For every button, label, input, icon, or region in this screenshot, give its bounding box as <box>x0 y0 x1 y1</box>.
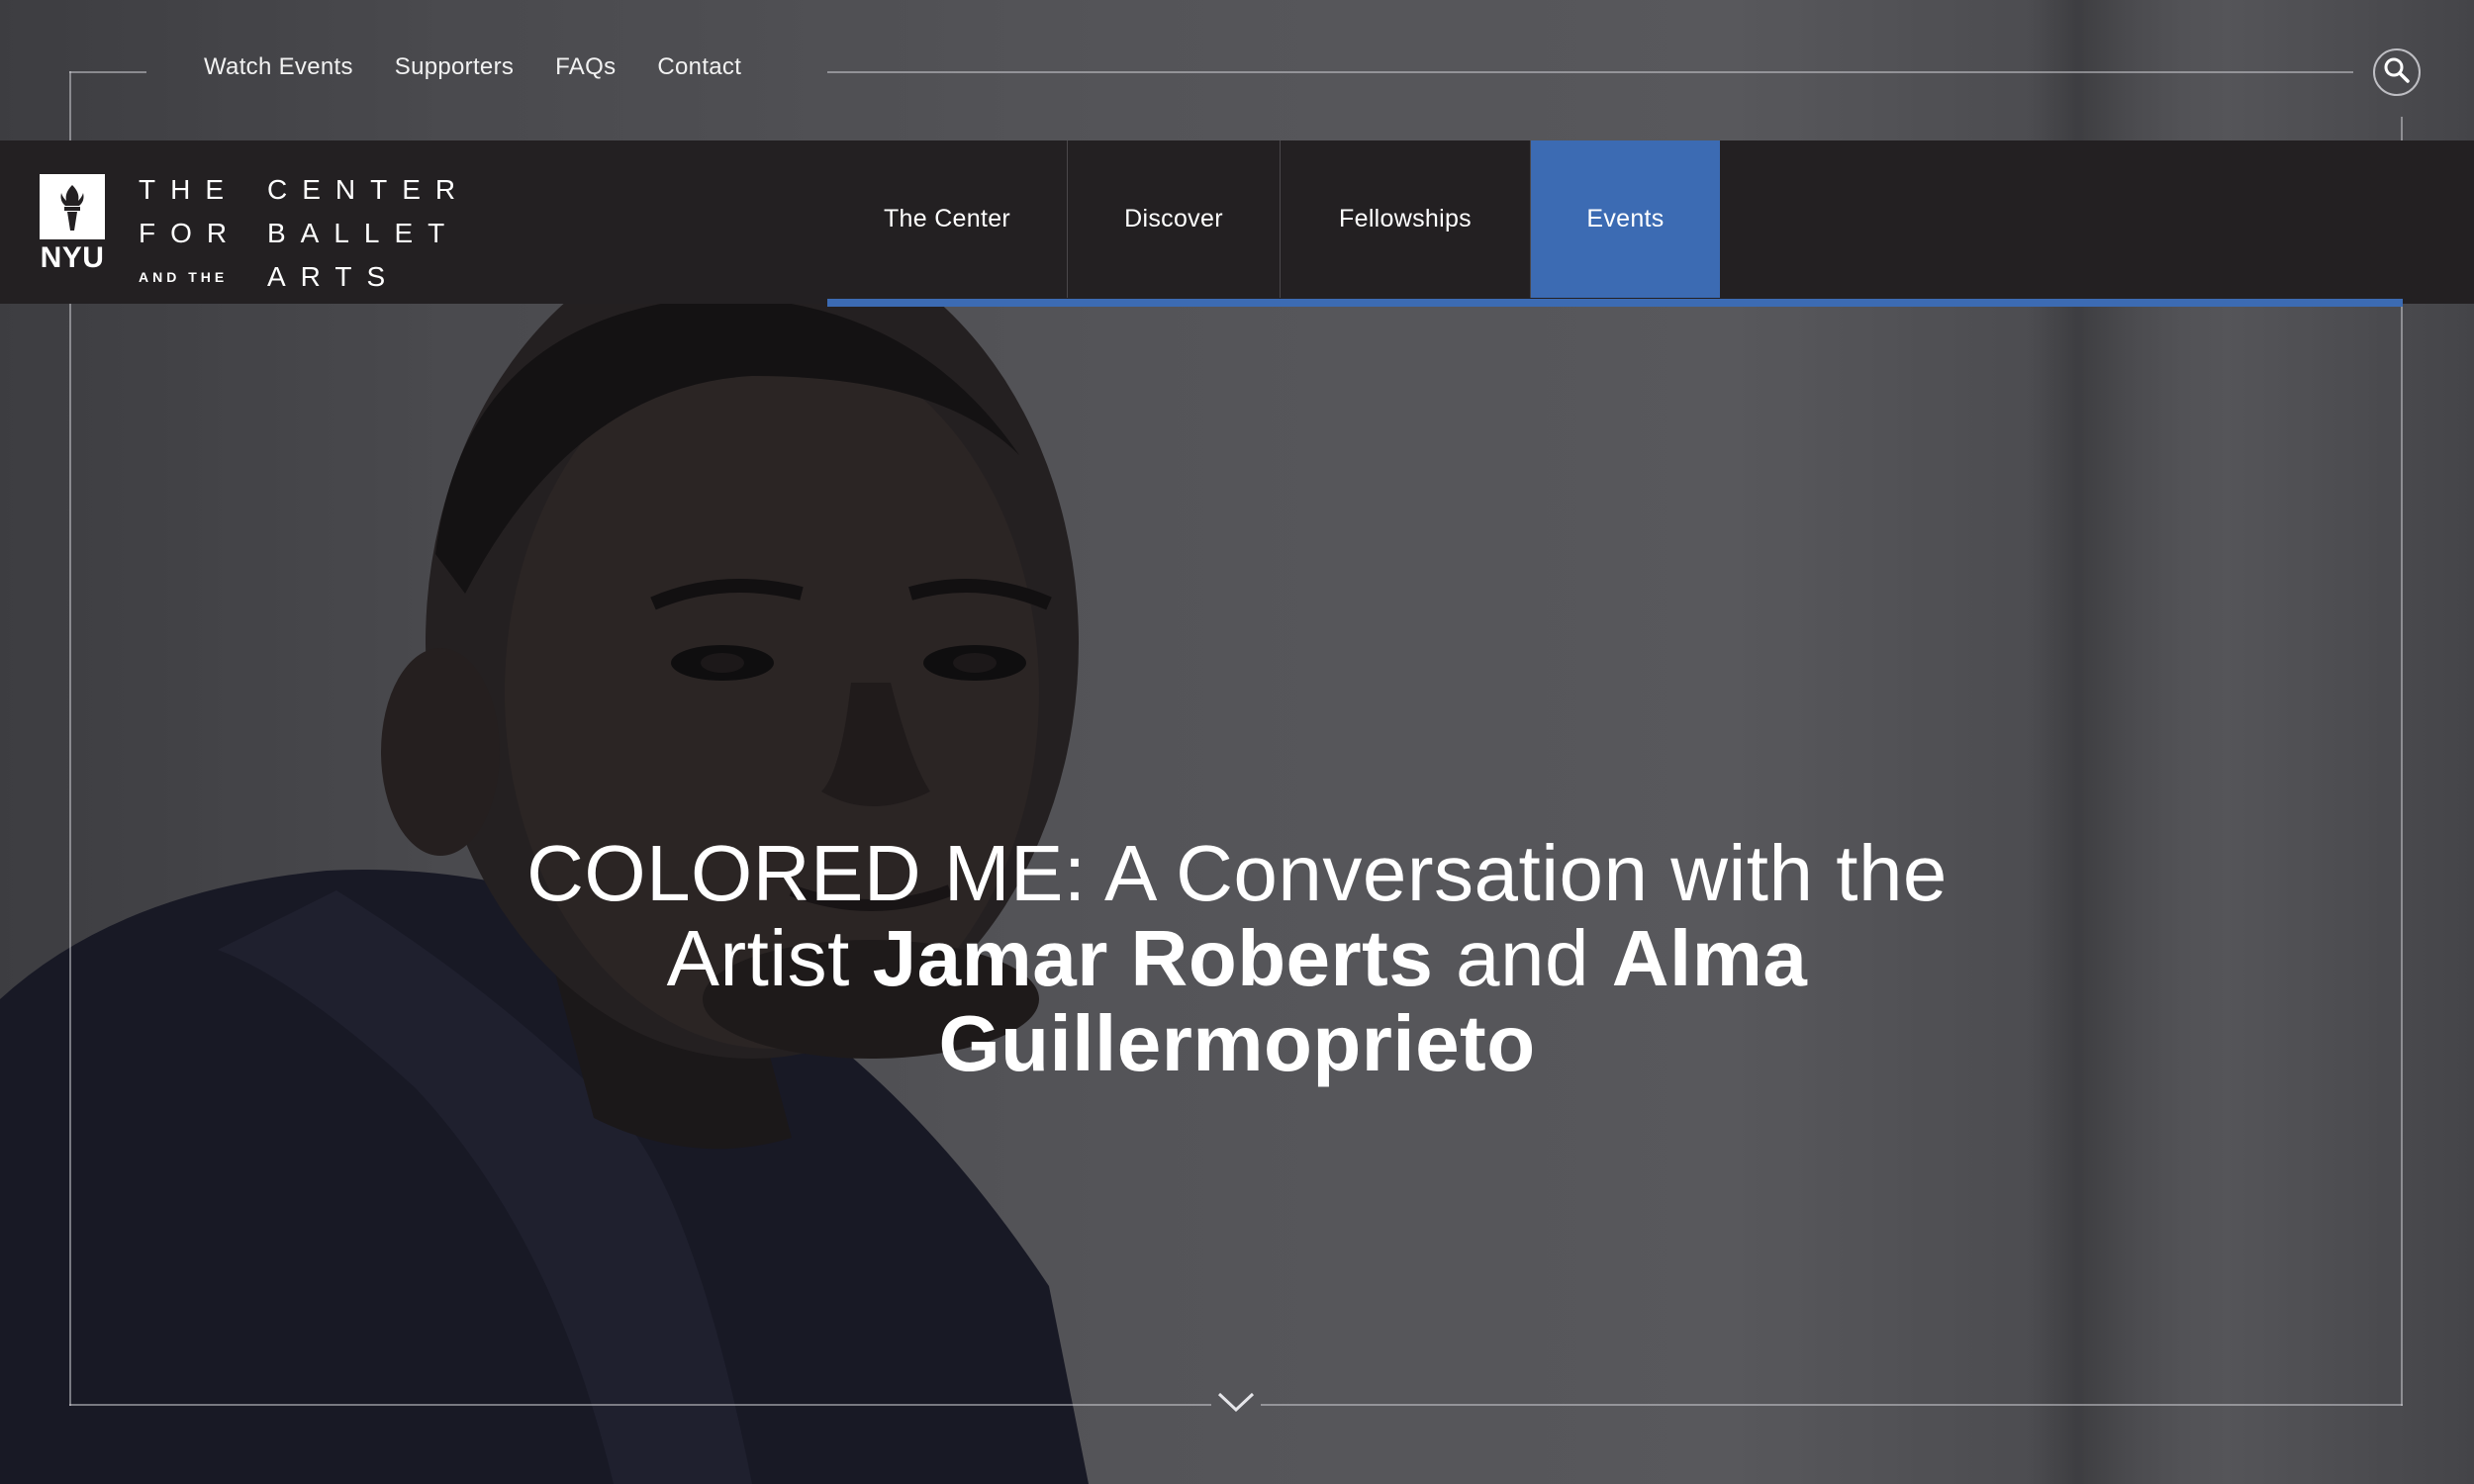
wordmark-the: THE <box>139 174 238 205</box>
frame-bottom-left <box>69 1404 1211 1406</box>
hero-title-artist: Jamar Roberts <box>872 914 1434 1002</box>
page: Watch Events Supporters FAQs Contact NYU… <box>0 0 2474 1484</box>
site-logo[interactable]: NYU THE CENTER FOR BALLET AND THE ARTS <box>40 174 485 299</box>
main-header: NYU THE CENTER FOR BALLET AND THE ARTS T… <box>0 140 2474 304</box>
nav-item-the-center[interactable]: The Center <box>827 140 1068 298</box>
nav-item-discover[interactable]: Discover <box>1068 140 1281 298</box>
utility-link-faqs[interactable]: FAQs <box>555 53 616 81</box>
hero-title: COLORED ME: A Conversation with the Arti… <box>445 831 2029 1086</box>
wordmark-and-the: AND THE <box>139 269 229 285</box>
frame-left-top <box>69 71 71 140</box>
wordmark-center: CENTER <box>267 174 471 205</box>
frame-top-left <box>69 71 146 73</box>
search-icon <box>2383 56 2411 89</box>
utility-link-watch-events[interactable]: Watch Events <box>204 53 353 81</box>
frame-right <box>2401 307 2403 1406</box>
nav-active-underline <box>827 299 2403 307</box>
hero-title-part2: and <box>1433 914 1612 1002</box>
utility-link-contact[interactable]: Contact <box>657 53 741 81</box>
center-wordmark: THE CENTER FOR BALLET AND THE ARTS <box>139 168 485 299</box>
nav-item-fellowships[interactable]: Fellowships <box>1281 140 1531 298</box>
frame-top-rule <box>827 71 2353 73</box>
nyu-wordmark: NYU <box>40 241 105 274</box>
wordmark-ballet: BALLET <box>267 218 460 248</box>
wordmark-for: FOR <box>139 218 242 248</box>
scroll-down-button[interactable] <box>1216 1389 1256 1419</box>
frame-right-top <box>2401 117 2403 140</box>
frame-bottom-right <box>1261 1404 2403 1406</box>
utility-link-supporters[interactable]: Supporters <box>395 53 514 81</box>
chevron-down-icon <box>1217 1391 1255 1418</box>
nyu-logo: NYU <box>40 174 105 275</box>
frame-left <box>69 304 71 1406</box>
utility-nav: Watch Events Supporters FAQs Contact <box>204 53 783 81</box>
nav-item-events[interactable]: Events <box>1531 140 1720 298</box>
wordmark-arts: ARTS <box>267 261 401 292</box>
torch-icon <box>40 174 105 239</box>
main-nav: The Center Discover Fellowships Events <box>827 140 1720 304</box>
search-button[interactable] <box>2373 48 2421 96</box>
